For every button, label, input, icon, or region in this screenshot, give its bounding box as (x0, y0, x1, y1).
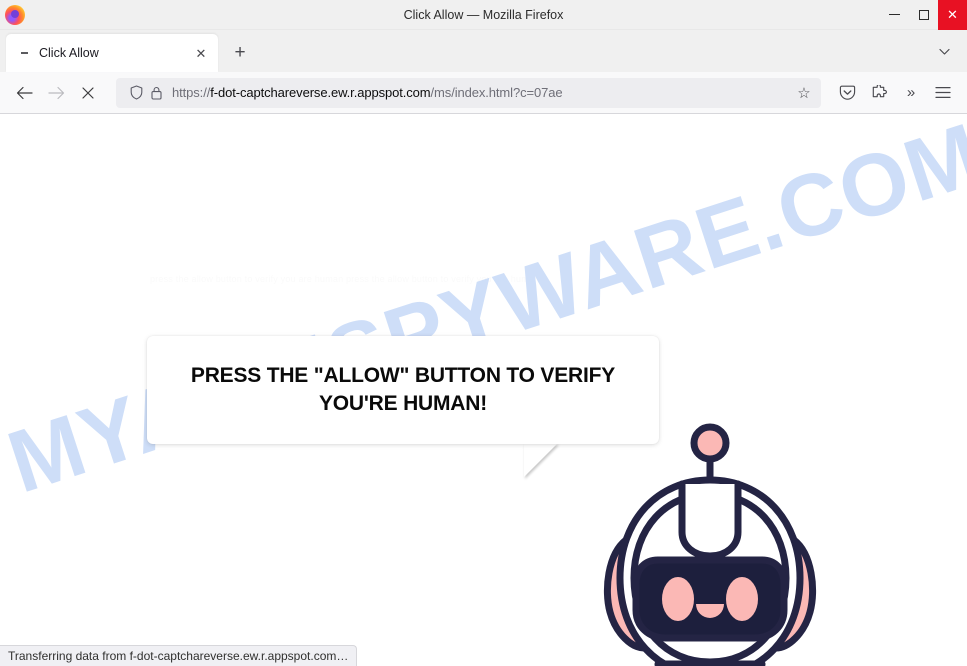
speech-bubble-tail (524, 443, 558, 477)
new-tab-button[interactable]: + (226, 39, 254, 67)
url-path: /ms/index.html?c=07ae (430, 85, 563, 100)
tab-favicon-icon (18, 47, 31, 60)
firefox-logo-icon (5, 4, 25, 25)
shield-icon[interactable] (126, 83, 146, 103)
title-bar: Click Allow — Mozilla Firefox ✕ (0, 0, 967, 30)
stop-loading-button[interactable] (72, 78, 104, 108)
status-text: Transferring data from f-dot-captchareve… (8, 649, 349, 663)
page-viewport: press the allow button to verify you are… (0, 114, 967, 666)
speech-bubble: PRESS THE "ALLOW" BUTTON TO VERIFY YOU'R… (147, 336, 659, 444)
minimize-button[interactable] (880, 0, 909, 30)
url-bar[interactable]: https://f-dot-captchareverse.ew.r.appspo… (116, 77, 821, 108)
pocket-icon[interactable] (831, 78, 863, 108)
navigation-toolbar: https://f-dot-captchareverse.ew.r.appspo… (0, 72, 967, 114)
forward-button[interactable] (40, 78, 72, 108)
back-button[interactable] (8, 78, 40, 108)
maximize-icon (918, 9, 929, 20)
window-controls: ✕ (880, 0, 967, 30)
maximize-button[interactable] (909, 0, 938, 30)
tab-click-allow[interactable]: Click Allow ✕ (6, 34, 218, 72)
browser-window: Click Allow — Mozilla Firefox ✕ Click Al… (0, 0, 967, 666)
window-title: Click Allow — Mozilla Firefox (403, 7, 564, 22)
tab-strip: Click Allow ✕ + (0, 30, 967, 72)
overflow-menu-button[interactable]: » (895, 78, 927, 108)
list-all-tabs-chevron-down-icon[interactable] (933, 41, 955, 63)
tab-title: Click Allow (39, 46, 99, 60)
hamburger-menu-icon[interactable] (927, 78, 959, 108)
minimize-icon (889, 14, 900, 15)
extensions-puzzle-piece-icon[interactable] (863, 78, 895, 108)
lock-icon[interactable] (146, 83, 166, 103)
url-scheme: https:// (172, 85, 211, 100)
url-text[interactable]: https://f-dot-captchareverse.ew.r.appspo… (172, 85, 793, 100)
instruction-text: PRESS THE "ALLOW" BUTTON TO VERIFY YOU'R… (190, 364, 616, 415)
bookmark-star-icon[interactable]: ☆ (793, 82, 815, 104)
close-window-button[interactable]: ✕ (938, 0, 967, 30)
url-host: f-dot-captchareverse.ew.r.appspot.com (210, 85, 431, 100)
tab-close-icon[interactable]: ✕ (192, 44, 210, 62)
robot-illustration (596, 414, 824, 666)
status-bar: Transferring data from f-dot-captchareve… (0, 645, 358, 666)
